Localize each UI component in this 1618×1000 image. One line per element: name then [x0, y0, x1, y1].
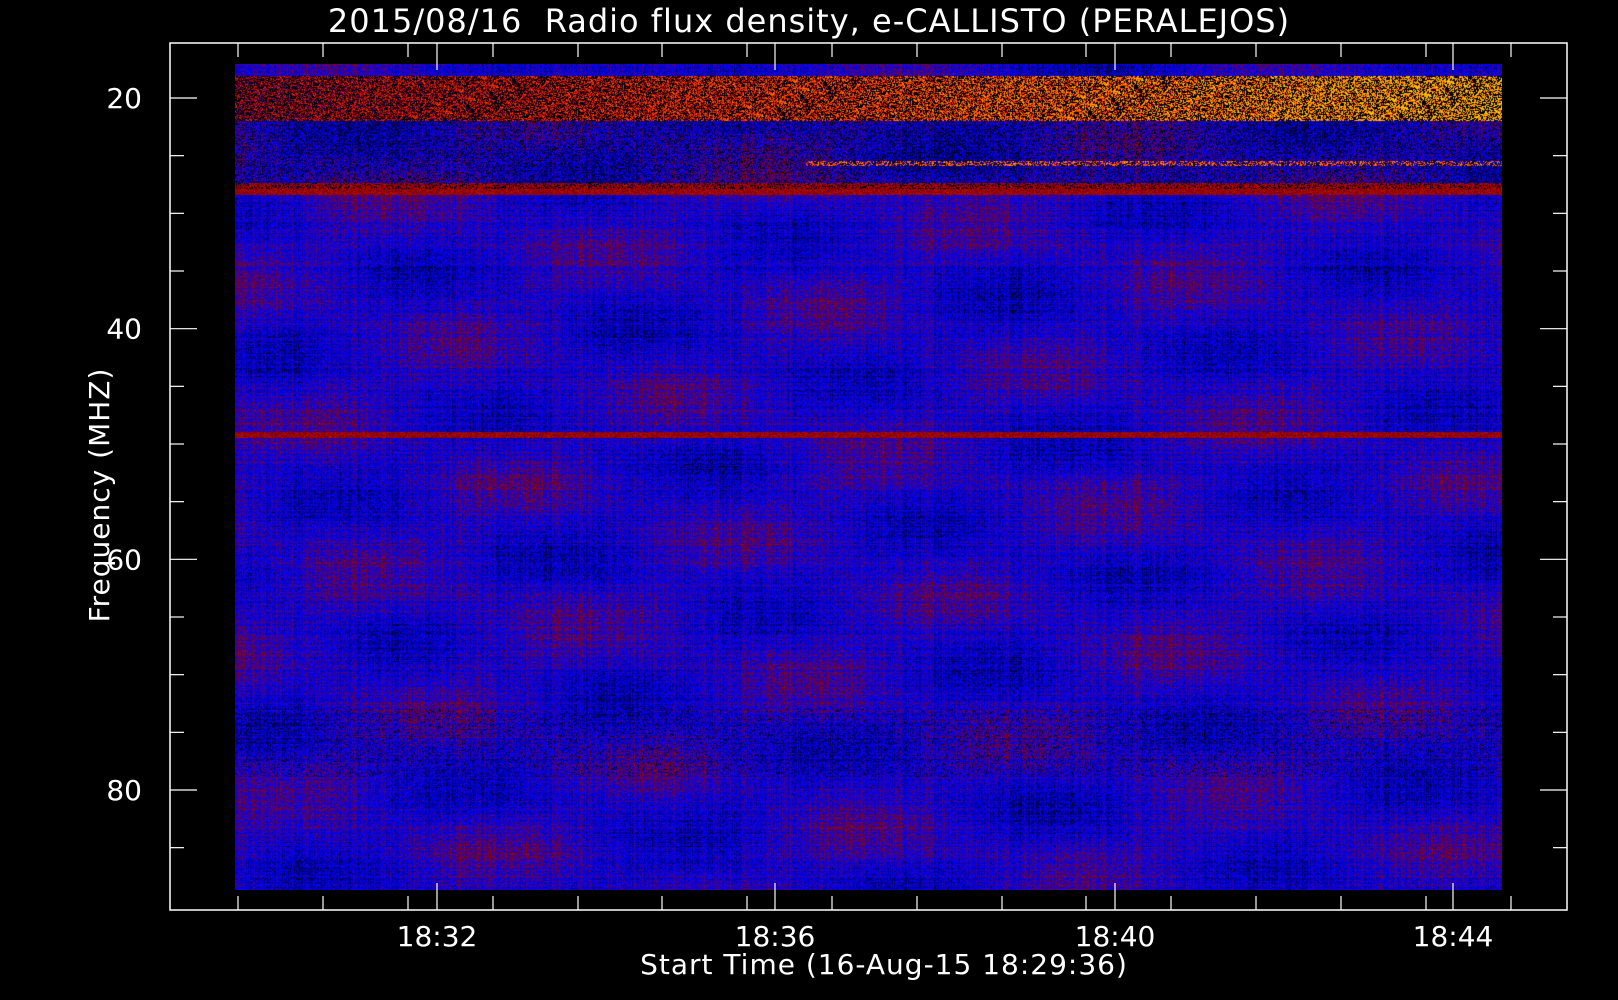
y-tick-label: 40	[106, 313, 142, 346]
y-tick-label: 80	[106, 774, 142, 807]
spectrogram-image	[235, 64, 1502, 890]
spectrogram-chart: 2040608018:32 18:36 18:40 18:44	[0, 0, 1618, 1000]
y-axis-label: Frequency (MHZ)	[83, 367, 116, 623]
chart-title: 2015/08/16 Radio flux density, e-CALLIST…	[327, 2, 1291, 40]
y-tick-label: 20	[106, 82, 142, 115]
x-axis-label: Start Time (16-Aug-15 18:29:36)	[640, 948, 1128, 981]
plot-area	[235, 64, 1502, 890]
